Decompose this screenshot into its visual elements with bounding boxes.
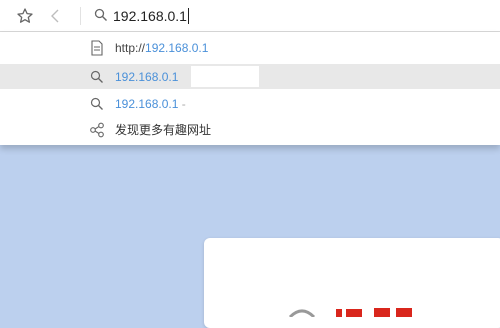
- discover-label: 发现更多有趣网址: [115, 123, 212, 137]
- suggestion-row-search-selected[interactable]: 192.168.0.1: [0, 64, 500, 89]
- redaction-block: [191, 66, 259, 87]
- text-caret: [187, 8, 189, 24]
- suggestion-highlight: 192.168.0.1: [145, 40, 209, 55]
- suggestion-row-url[interactable]: http://192.168.0.1: [0, 35, 500, 60]
- brand-logo-partial: [284, 304, 424, 322]
- back-arrow-icon[interactable]: [46, 6, 66, 26]
- suggestion-suffix: -: [181, 96, 186, 111]
- address-text: 192.168.0.1: [113, 8, 187, 24]
- page-icon: [89, 39, 105, 56]
- suggestion-prefix: http://: [115, 40, 146, 55]
- share-icon: [89, 122, 105, 138]
- search-icon: [89, 69, 105, 85]
- search-icon: [89, 96, 105, 112]
- toolbar-divider: [80, 7, 81, 25]
- browser-toolbar: 192.168.0.1: [0, 0, 500, 32]
- suggestion-row-discover[interactable]: 发现更多有趣网址: [0, 117, 500, 142]
- suggestion-row-search[interactable]: 192.168.0.1 -: [0, 91, 500, 116]
- favorite-star-icon[interactable]: [15, 6, 35, 26]
- address-bar-input[interactable]: 192.168.0.1: [113, 4, 189, 28]
- suggestion-highlight: 192.168.0.1: [115, 96, 179, 111]
- address-suggestions-dropdown: http://192.168.0.1 192.168.0.1 192.168.0…: [0, 32, 500, 145]
- suggestion-highlight: 192.168.0.1: [115, 69, 179, 84]
- login-card: [204, 238, 500, 328]
- search-icon: [94, 8, 108, 22]
